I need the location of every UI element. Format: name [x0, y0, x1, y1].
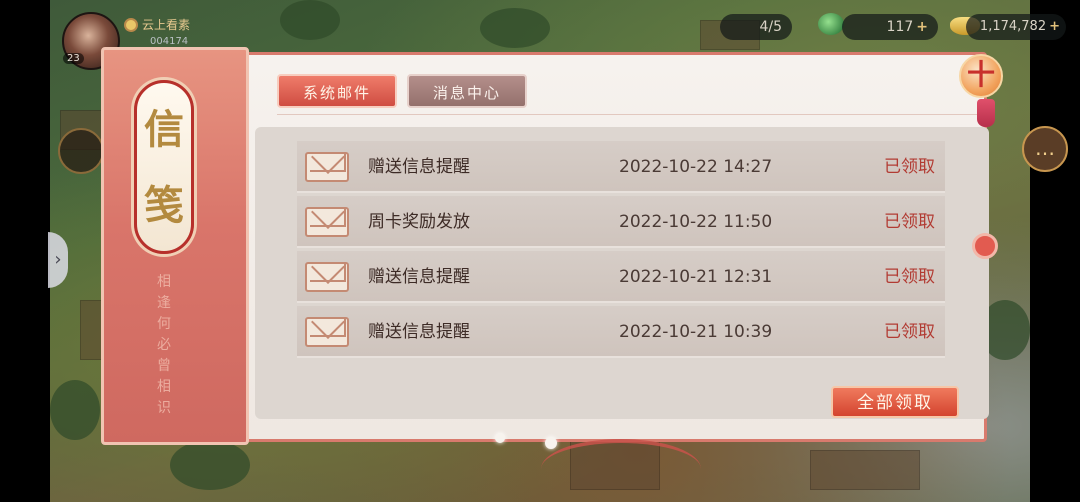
- mail-dialog: 信 笺 相逢何必曾相识 系统邮件 消息中心 赠送信息提醒 2022-10-22 …: [101, 47, 1003, 449]
- pearl-decoration: [495, 433, 505, 443]
- mail-title: 赠送信息提醒: [368, 157, 470, 177]
- envelope-icon: [305, 262, 349, 292]
- close-icon[interactable]: 十: [959, 54, 1003, 98]
- title-char-1: 信: [144, 106, 184, 153]
- player-id: 004174: [150, 36, 189, 47]
- side-knob-decoration: [972, 233, 998, 259]
- mail-status: 已领取: [884, 212, 935, 232]
- ingot-plus-button[interactable]: +: [1049, 19, 1060, 34]
- title-plaque: 信 笺: [134, 80, 194, 254]
- tassel-decoration: [977, 99, 995, 127]
- treasure-button[interactable]: [58, 128, 104, 174]
- counter-bar: 4/5: [720, 14, 792, 40]
- mail-side-panel: 信 笺 相逢何必曾相识: [101, 47, 249, 445]
- ingot-bar[interactable]: 1,174,782 +: [966, 14, 1066, 40]
- envelope-icon: [305, 317, 349, 347]
- mail-row[interactable]: 赠送信息提醒 2022-10-21 10:39 已领取: [297, 306, 945, 358]
- tab-divider: [277, 114, 987, 115]
- poem-text: 相逢何必曾相识: [157, 274, 171, 416]
- coin-value: 117: [886, 19, 914, 35]
- pearl-decoration: [545, 437, 557, 449]
- tree: [280, 0, 340, 40]
- tree: [50, 380, 100, 440]
- mail-row[interactable]: 周卡奖励发放 2022-10-22 11:50 已领取: [297, 196, 945, 248]
- tab-message-center[interactable]: 消息中心: [407, 74, 527, 108]
- mail-date: 2022-10-21 12:31: [619, 267, 773, 287]
- flower-icon: [124, 18, 138, 32]
- mail-date: 2022-10-22 11:50: [619, 212, 773, 232]
- chat-icon[interactable]: …: [1022, 126, 1068, 172]
- mail-title: 赠送信息提醒: [368, 267, 470, 287]
- coin-plus-button[interactable]: +: [916, 19, 928, 35]
- player-level: 23: [63, 53, 84, 64]
- player-name: 云上看素: [142, 18, 191, 32]
- ingot-value: 1,174,782: [979, 19, 1047, 34]
- mail-title: 周卡奖励发放: [368, 212, 470, 232]
- claim-all-button[interactable]: 全部领取: [831, 386, 959, 418]
- envelope-icon: [305, 152, 349, 182]
- tree: [480, 8, 550, 48]
- mail-list[interactable]: 赠送信息提醒 2022-10-22 14:27 已领取 周卡奖励发放 2022-…: [255, 127, 989, 419]
- coin-icon: [818, 13, 844, 35]
- counter-value: 4/5: [759, 19, 782, 35]
- tab-system-mail[interactable]: 系统邮件: [277, 74, 397, 108]
- mail-status: 已领取: [884, 157, 935, 177]
- mail-row[interactable]: 赠送信息提醒 2022-10-22 14:27 已领取: [297, 141, 945, 193]
- mail-status: 已领取: [884, 267, 935, 287]
- ribbon-decoration: [541, 439, 701, 499]
- envelope-icon: [305, 207, 349, 237]
- mail-title: 赠送信息提醒: [368, 322, 470, 342]
- coin-bar[interactable]: 117 +: [842, 14, 938, 40]
- mail-status: 已领取: [884, 322, 935, 342]
- farm-field: [810, 450, 920, 490]
- mail-row[interactable]: 赠送信息提醒 2022-10-21 12:31 已领取: [297, 251, 945, 303]
- mail-date: 2022-10-21 10:39: [619, 322, 773, 342]
- mail-date: 2022-10-22 14:27: [619, 157, 773, 177]
- tree: [170, 440, 250, 490]
- title-char-2: 笺: [144, 182, 184, 229]
